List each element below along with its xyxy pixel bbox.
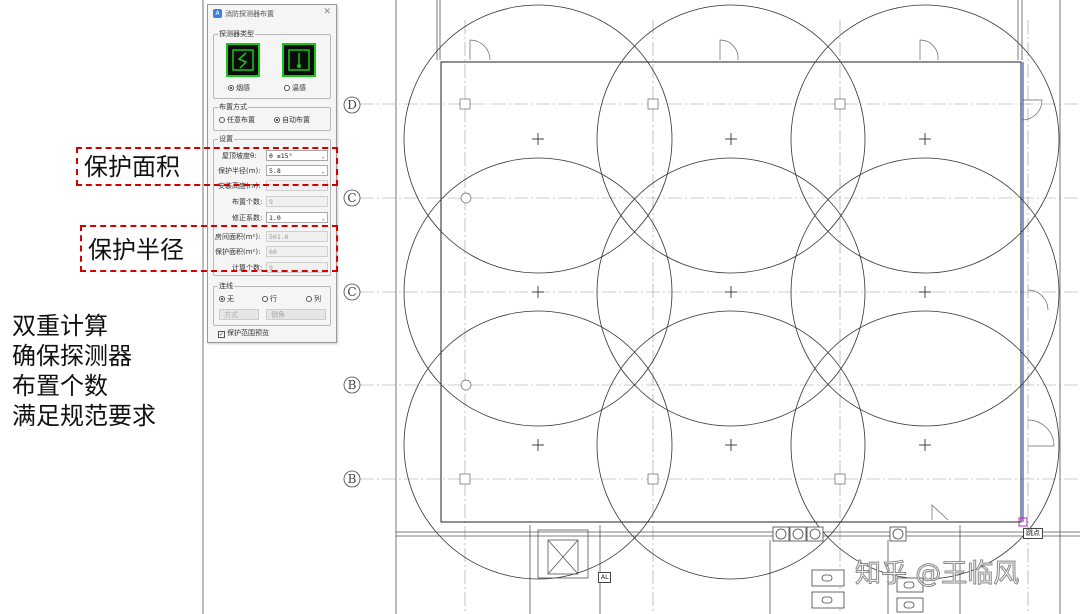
count-label: 布置个数: <box>232 198 263 206</box>
axis-label-b1: B <box>348 378 357 392</box>
al-tag: AL <box>598 572 612 583</box>
area-callout-label: 保护面积 <box>84 153 180 181</box>
connect-row-radio[interactable]: 行 <box>262 295 277 304</box>
left-notes: 双重计算 确保探测器 布置个数 满足规范要求 <box>12 311 156 431</box>
heat-detector-icon <box>288 49 310 71</box>
heat-radio-label: 温感 <box>292 84 306 92</box>
smoke-detector-button[interactable] <box>226 43 260 77</box>
connect-row-dot <box>262 296 268 302</box>
connect-col-radio[interactable]: 列 <box>306 295 321 304</box>
count-row: 布置个数: 9 <box>214 196 330 208</box>
correction-row: 修正系数: 1.0 ⌄ <box>214 212 330 224</box>
layout-mode-group: 布置方式 任意布置 自动布置 <box>213 103 331 131</box>
chevron-down-icon: ⌄ <box>321 215 325 222</box>
correction-select[interactable]: 1.0 ⌄ <box>266 212 328 223</box>
smoke-radio-dot <box>228 85 234 91</box>
chamfer-select: 倒角 <box>266 309 326 320</box>
correction-label: 修正系数: <box>232 214 263 222</box>
axis-label-c2: C <box>347 285 356 299</box>
connect-col-dot <box>306 296 312 302</box>
radius-callout-label: 保护半径 <box>88 236 184 264</box>
layout-free-label: 任意布置 <box>227 116 255 124</box>
connect-row-label: 行 <box>270 295 277 303</box>
connect-label: 连线 <box>218 282 234 291</box>
connect-none-dot <box>219 296 225 302</box>
heat-radio[interactable]: 温感 <box>284 84 306 93</box>
note-line-1: 双重计算 <box>12 312 108 340</box>
layout-auto-dot <box>274 117 280 123</box>
layout-free-dot <box>219 117 225 123</box>
layout-mode-label: 布置方式 <box>218 103 248 112</box>
connect-none-radio[interactable]: 无 <box>219 295 234 304</box>
settings-label: 设置 <box>218 135 234 144</box>
axis-label-d: D <box>347 98 357 112</box>
app-icon: A <box>213 9 222 18</box>
note-line-2: 确保探测器 <box>12 342 132 370</box>
correction-value: 1.0 <box>269 214 281 222</box>
checkmark-icon: ✓ <box>218 331 225 338</box>
layout-auto-label: 自动布置 <box>282 116 310 124</box>
detector-type-label: 探测器类型 <box>218 30 255 39</box>
layout-auto-radio[interactable]: 自动布置 <box>274 116 310 125</box>
connect-group: 连线 无 行 列 方式 倒角 <box>213 282 331 326</box>
show-range-checkbox[interactable]: ✓ 保护范围预览 <box>218 329 269 338</box>
count-input: 9 <box>266 196 328 207</box>
dialog-title: 消防探测器布置 <box>225 10 274 18</box>
connect-col-label: 列 <box>314 295 321 303</box>
dialog-titlebar[interactable]: A 消防探测器布置 ✕ <box>208 5 336 21</box>
axis-label-c1: C <box>347 191 356 205</box>
cad-drawing-canvas[interactable]: D C C B B <box>0 0 1080 614</box>
heat-detector-button[interactable] <box>282 43 316 77</box>
smoke-radio[interactable]: 烟感 <box>228 84 250 93</box>
heat-radio-dot <box>284 85 290 91</box>
layout-free-radio[interactable]: 任意布置 <box>219 116 255 125</box>
axis-label-b2: B <box>348 472 357 486</box>
jump-point-tag[interactable]: 跳点 <box>1023 528 1043 539</box>
close-icon[interactable]: ✕ <box>323 7 331 17</box>
note-line-3: 布置个数 <box>12 372 108 400</box>
note-line-4: 满足规范要求 <box>12 402 156 430</box>
show-range-label: 保护范围预览 <box>227 329 269 337</box>
connect-mode-button: 方式 <box>219 309 259 320</box>
connect-none-label: 无 <box>227 295 234 303</box>
smoke-detector-icon <box>232 49 254 71</box>
detector-type-group: 探测器类型 烟感 温感 <box>213 30 331 99</box>
smoke-radio-label: 烟感 <box>236 84 250 92</box>
watermark: 知乎 @王临风 <box>854 559 1020 590</box>
